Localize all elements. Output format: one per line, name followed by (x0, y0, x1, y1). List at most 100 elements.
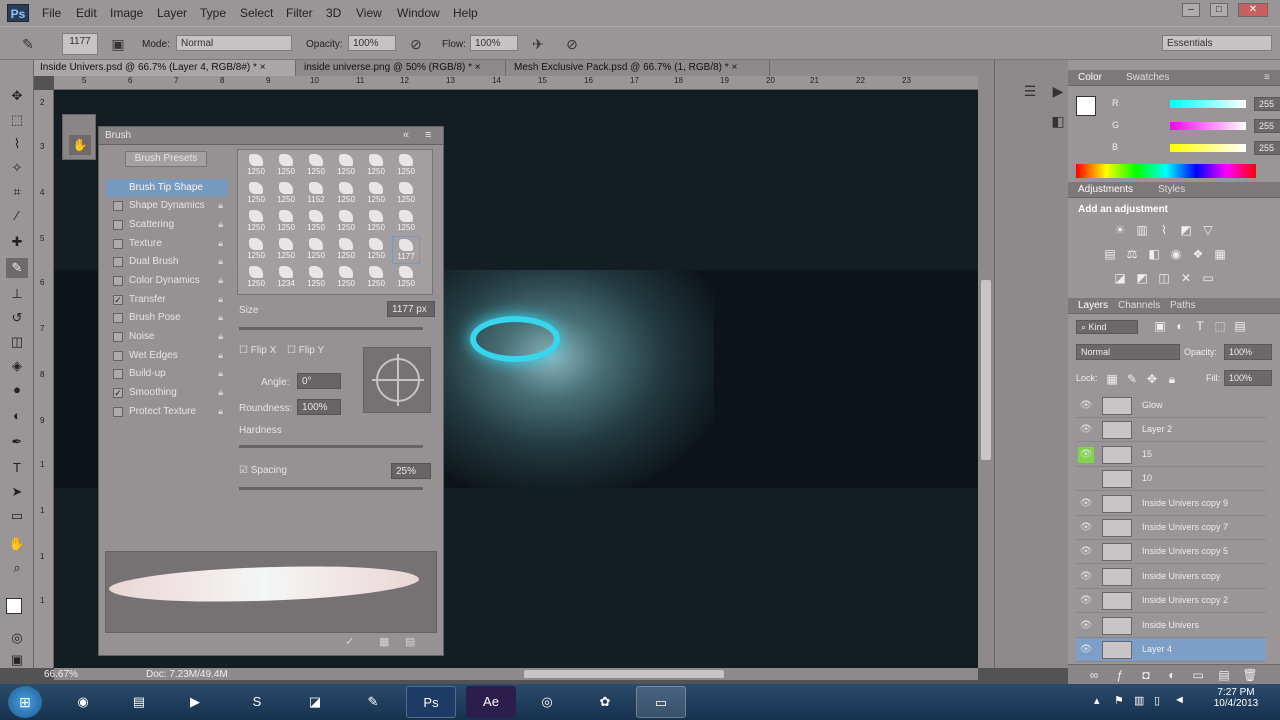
brush-tip[interactable]: 1250 (242, 264, 270, 292)
grid-icon[interactable]: ▦ (379, 635, 389, 648)
checkbox[interactable] (113, 407, 123, 417)
lasso-tool-icon[interactable]: ⌇ (6, 134, 28, 154)
brush-tip[interactable]: 1250 (332, 208, 360, 236)
delete-layer-icon[interactable]: 🗑︎ (1242, 667, 1258, 683)
levels-icon[interactable]: ▥ (1134, 222, 1150, 238)
layer-row[interactable]: 👁︎ 15 (1076, 443, 1266, 467)
brush-tip[interactable]: 1250 (362, 152, 390, 180)
new-adjustment-icon[interactable]: ◐ (1164, 667, 1180, 683)
color-balance-icon[interactable]: ⚖ (1124, 246, 1140, 262)
channel-mixer-icon[interactable]: ❖ (1190, 246, 1206, 262)
crop-tool-icon[interactable]: ⌗ (6, 182, 28, 202)
move-tool-icon[interactable]: ✥ (6, 86, 28, 106)
brush-tip[interactable]: 1250 (242, 208, 270, 236)
brush-tip[interactable]: 1177 (392, 236, 420, 264)
network-icon[interactable]: ▥ (1134, 694, 1144, 707)
tab-swatches[interactable]: Swatches (1126, 72, 1169, 83)
battery-icon[interactable]: ▯ (1154, 694, 1160, 707)
bp-protect-texture[interactable]: Protect Texture 🔒︎ (105, 403, 227, 421)
pressure-opacity-icon[interactable]: ⊘ (406, 34, 426, 54)
foreground-color-swatch[interactable] (6, 598, 22, 614)
explorer-icon[interactable]: ▤ (114, 686, 164, 718)
eye-icon[interactable]: 👁︎ (1078, 544, 1094, 560)
new-layer-icon[interactable]: ▤ (1216, 667, 1232, 683)
layer-row[interactable]: 👁︎ Glow (1076, 394, 1266, 418)
screen-mode-icon[interactable]: ▣ (6, 650, 28, 670)
lock-icon[interactable]: 🔒︎ (218, 368, 223, 379)
brush-tip[interactable]: 1250 (272, 180, 300, 208)
brush-tool-icon[interactable]: ✎ (18, 34, 38, 54)
brush-tip[interactable]: 1250 (302, 152, 330, 180)
filter-pixel-icon[interactable]: ▣ (1152, 318, 1168, 334)
quick-mask-icon[interactable]: ◎ (6, 628, 28, 648)
layer-row[interactable]: 👁︎ Layer 4 (1076, 638, 1266, 662)
size-slider[interactable] (239, 327, 423, 330)
red-slider[interactable] (1170, 100, 1246, 108)
spacing-slider[interactable] (239, 487, 423, 490)
red-value[interactable]: 255 (1254, 97, 1280, 111)
eye-icon[interactable]: 👁︎ (1078, 642, 1094, 658)
filter-smart-icon[interactable]: ▤ (1232, 318, 1248, 334)
brush-tip[interactable]: 1152 (302, 180, 330, 208)
bp-brush-pose[interactable]: Brush Pose 🔒︎ (105, 309, 227, 327)
lock-icon[interactable]: 🔒︎ (218, 200, 223, 211)
curves-icon[interactable]: ⌇ (1156, 222, 1172, 238)
marquee-tool-icon[interactable]: ⬚ (6, 110, 28, 130)
horizontal-scroll-thumb[interactable] (524, 670, 724, 678)
tab-color[interactable]: Color (1078, 72, 1102, 83)
bp-scattering[interactable]: Scattering 🔒︎ (105, 216, 227, 234)
flow-field[interactable]: 100% (470, 35, 518, 51)
menu-edit[interactable]: Edit (76, 6, 97, 20)
eyedropper-tool-icon[interactable]: ⁄ (6, 206, 28, 226)
brush-tip[interactable]: 1250 (362, 236, 390, 264)
chevron-up-icon[interactable]: ▴ (1094, 694, 1100, 707)
eraser-tool-icon[interactable]: ◫ (6, 332, 28, 352)
bp-brush-tip-shape[interactable]: Brush Tip Shape (105, 179, 227, 197)
layer-row[interactable]: 👁︎ Inside Univers copy 5 (1076, 540, 1266, 565)
blend-mode-select[interactable]: Normal (1076, 344, 1180, 360)
brush-size-preset[interactable]: 1177 (62, 33, 98, 55)
eye-icon[interactable]: 👁︎ (1078, 398, 1094, 414)
green-value[interactable]: 255 (1254, 119, 1280, 133)
menu-window[interactable]: Window (397, 6, 440, 20)
bp-smoothing[interactable]: ✓ Smoothing 🔒︎ (105, 384, 227, 402)
lock-icon[interactable]: 🔒︎ (218, 387, 223, 398)
layer-row[interactable]: 👁︎ Inside Univers copy 2 (1076, 589, 1266, 614)
brush-panel-toggle-icon[interactable]: ▣ (108, 34, 128, 54)
app-icon-2[interactable]: ✿ (580, 686, 630, 718)
black-white-icon[interactable]: ◧ (1146, 246, 1162, 262)
color-lookup-icon[interactable]: ▦ (1212, 246, 1228, 262)
blue-slider[interactable] (1170, 144, 1246, 152)
brush-tip[interactable]: 1250 (362, 264, 390, 292)
checkbox[interactable] (113, 257, 123, 267)
type-tool-icon[interactable]: T (6, 458, 28, 478)
checkbox[interactable] (113, 276, 123, 286)
eye-icon[interactable]: 👁︎ (1078, 520, 1094, 536)
skype-icon[interactable]: S (232, 686, 282, 718)
eye-icon[interactable]: 👁︎ (1078, 569, 1094, 585)
media-player-icon[interactable]: ▶ (170, 686, 220, 718)
menu-3d[interactable]: 3D (326, 6, 341, 20)
panel-menu-icon[interactable]: ≡ (1264, 72, 1270, 83)
brush-tip[interactable]: 1234 (272, 264, 300, 292)
brush-tip[interactable]: 1250 (362, 180, 390, 208)
spacing-checkbox[interactable]: ☑ Spacing (239, 465, 287, 476)
lock-icon[interactable]: 🔒︎ (218, 219, 223, 230)
blur-tool-icon[interactable]: ● (6, 380, 28, 400)
brush-tip[interactable]: 1250 (392, 152, 420, 180)
close-window-button[interactable]: ✕ (1238, 3, 1268, 17)
checkbox[interactable] (113, 239, 123, 249)
link-layers-icon[interactable]: ∞ (1086, 667, 1102, 683)
photoshop-taskbar-icon[interactable]: Ps (406, 686, 456, 718)
brush-tip[interactable]: 1250 (392, 264, 420, 292)
bp-build-up[interactable]: Build-up 🔒︎ (105, 365, 227, 383)
checkbox[interactable] (113, 313, 123, 323)
brush-tip[interactable]: 1250 (302, 236, 330, 264)
brush-tip[interactable]: 1250 (302, 208, 330, 236)
paint-icon[interactable]: ✎ (348, 686, 398, 718)
new-preset-icon[interactable]: ▤ (405, 635, 415, 648)
bp-transfer[interactable]: ✓ Transfer 🔒︎ (105, 291, 227, 309)
vertical-scroll-thumb[interactable] (981, 280, 991, 460)
minimize-button[interactable]: – (1182, 3, 1200, 17)
opacity-field[interactable]: 100% (348, 35, 396, 51)
